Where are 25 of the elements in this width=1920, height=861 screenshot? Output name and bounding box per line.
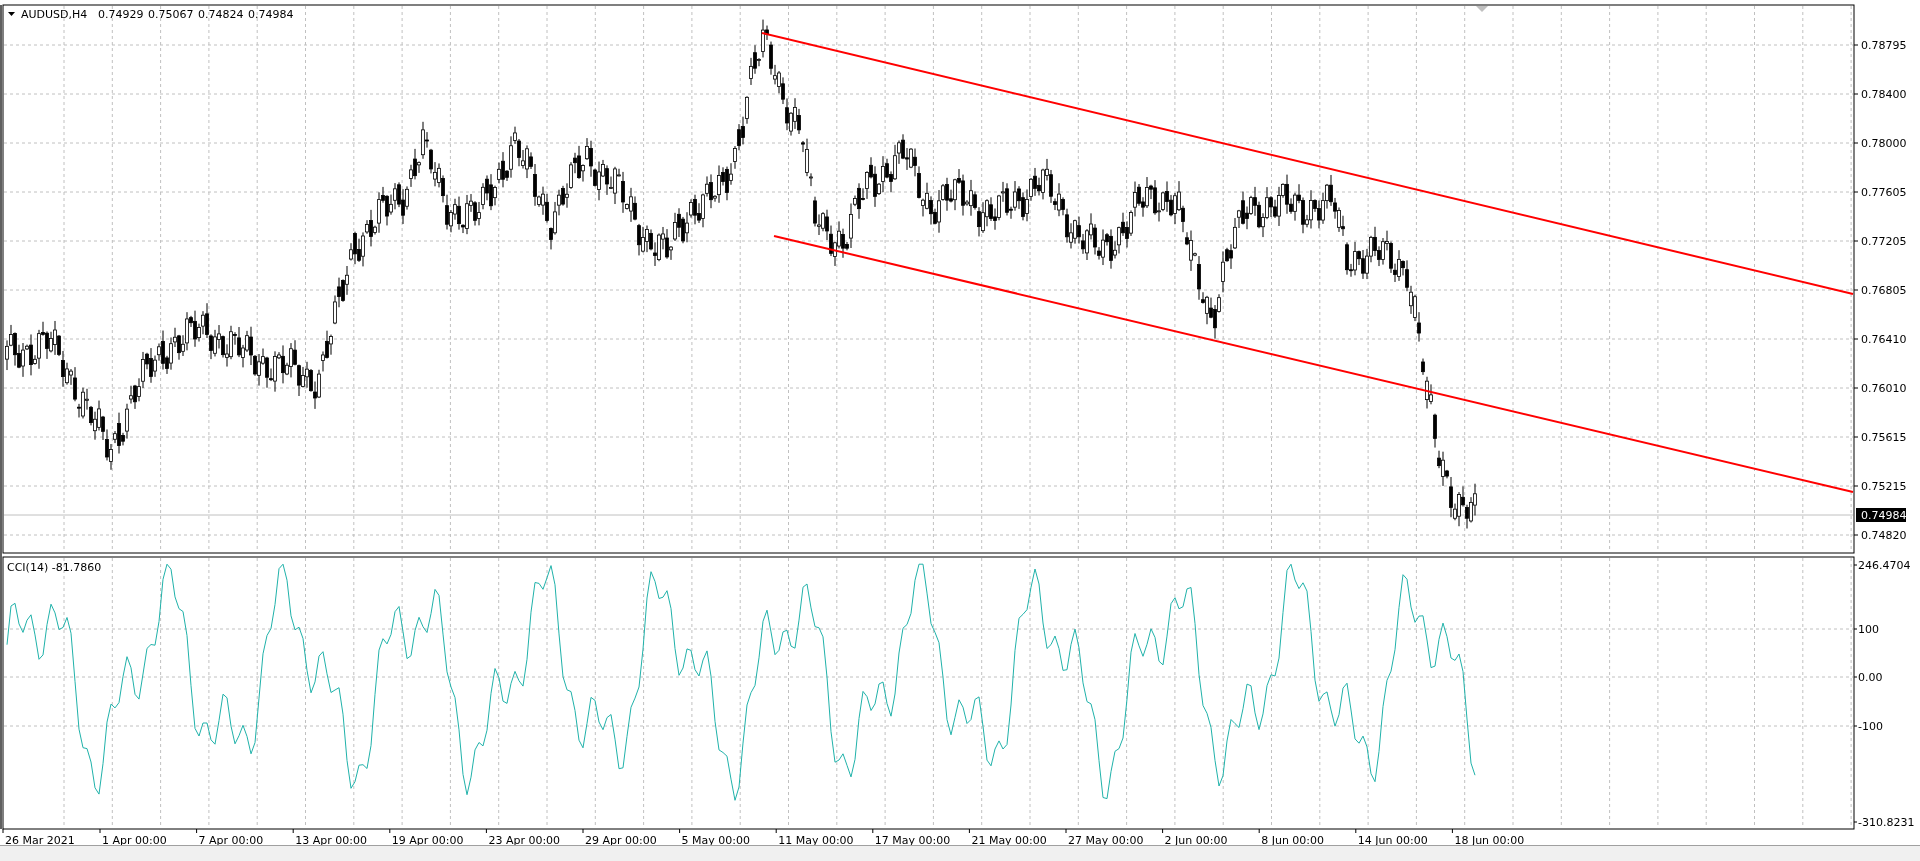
price-axis-label: 0.76410 <box>1861 333 1907 346</box>
price-axis-label: 0.75615 <box>1861 431 1907 444</box>
price-axis-label: 0.78000 <box>1861 137 1907 150</box>
symbol-label: AUDUSD,H4 <box>21 8 88 21</box>
price-axis-label: 0.76805 <box>1861 284 1907 297</box>
ohlc-value: 0.75067 <box>148 8 194 21</box>
ohlc-value: 0.74824 <box>198 8 244 21</box>
indicator-axis-label: 246.4704 <box>1858 559 1911 572</box>
price-axis-label: 0.78795 <box>1861 39 1907 52</box>
price-axis-label: 0.78400 <box>1861 88 1907 101</box>
ohlc-value: 0.74929 <box>98 8 144 21</box>
indicator-axis-label: 100 <box>1858 623 1879 636</box>
price-axis-label: 0.74820 <box>1861 529 1907 542</box>
indicator-axis-label: -310.8231 <box>1858 816 1915 829</box>
price-axis-label: 0.76010 <box>1861 382 1907 395</box>
indicator-label: CCI(14) -81.7860 <box>7 561 102 574</box>
price-axis-label: 0.75215 <box>1861 480 1907 493</box>
indicator-axis-label: 0.00 <box>1858 671 1883 684</box>
price-axis-label: 0.77205 <box>1861 235 1907 248</box>
indicator-axis-label: -100 <box>1858 720 1883 733</box>
price-axis-label: 0.77605 <box>1861 186 1907 199</box>
current-price-label: 0.74984 <box>1856 508 1907 522</box>
dropdown-icon[interactable] <box>8 12 15 16</box>
ohlc-value: 0.74984 <box>248 8 294 21</box>
time-axis-label: 26 Mar 2021 <box>5 834 75 845</box>
